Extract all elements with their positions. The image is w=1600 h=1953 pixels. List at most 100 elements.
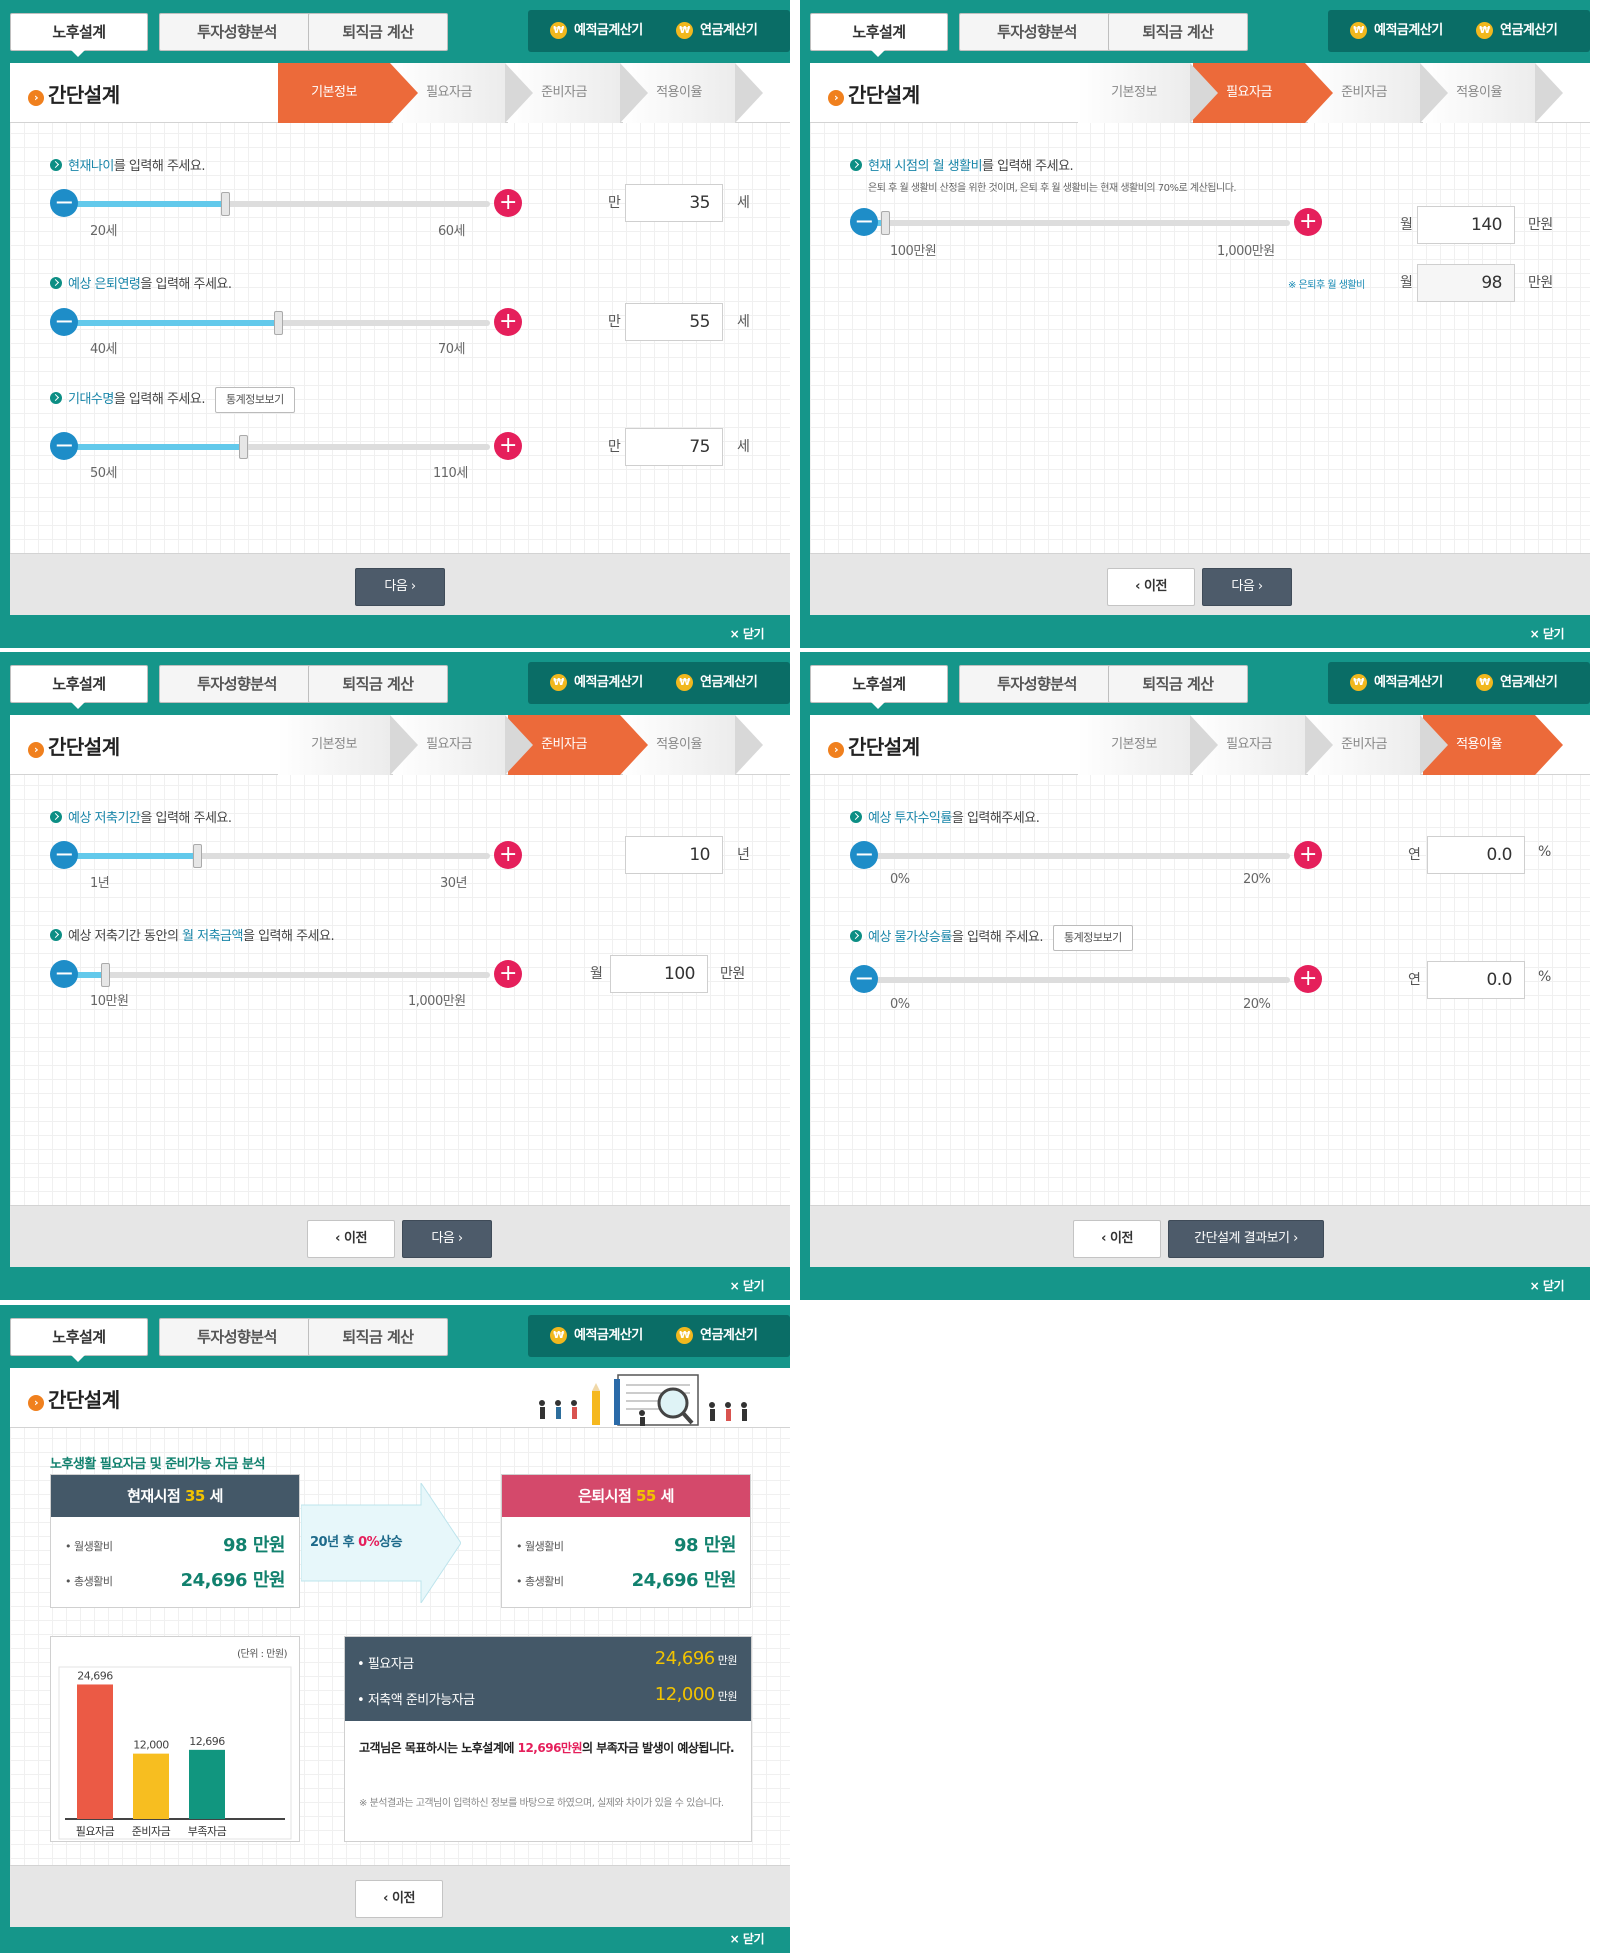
plus-icon[interactable]: + — [494, 308, 522, 336]
current-age-slider[interactable]: − + — [50, 189, 522, 219]
close-button[interactable]: × 닫기 — [1530, 625, 1565, 642]
pension-calc-link[interactable]: ₩ 연금계산기 — [676, 10, 758, 52]
tab-retirement-plan[interactable]: 노후설계 — [10, 13, 148, 57]
slider-handle[interactable] — [880, 211, 890, 235]
panel-basic-info: 노후설계 투자성향분석 퇴직금 계산 ₩ 예적금계산기 ₩ 연금계산기 › 간단설계 … — [0, 0, 790, 648]
panel-footer: ‹ 이전 — [10, 1865, 790, 1927]
deposit-calc-link[interactable]: ₩ 예적금계산기 — [550, 10, 643, 52]
slider-handle[interactable] — [238, 435, 248, 459]
next-button[interactable]: 다음 › — [1202, 568, 1292, 606]
slider-max-label: 60세 — [438, 224, 466, 239]
panel-footer: 다음 › — [10, 553, 790, 615]
tab-severance-calc[interactable]: 퇴직금 계산 — [1108, 13, 1248, 51]
plus-icon[interactable]: + — [494, 432, 522, 460]
close-button[interactable]: × 닫기 — [730, 1277, 765, 1294]
tab-retirement-plan[interactable]: 노후설계 — [10, 1318, 148, 1362]
monthly-expense-slider[interactable]: − + — [850, 208, 1322, 238]
tab-label: 노후설계 — [852, 675, 906, 693]
minus-icon[interactable]: − — [50, 432, 78, 460]
panel-footer: ‹ 이전 다음 › — [810, 553, 1590, 615]
monthly-expense-input[interactable]: 140 — [1417, 206, 1515, 244]
slider-handle[interactable] — [221, 192, 230, 216]
prev-button[interactable]: ‹ 이전 — [355, 1880, 443, 1918]
slider-max-label: 1,000만원 — [408, 994, 466, 1009]
need-value: 24,696 만원 — [655, 1648, 738, 1669]
tab-investment-analysis[interactable]: 투자성향분석 — [159, 1318, 315, 1356]
minus-icon[interactable]: − — [850, 965, 878, 993]
view-result-button[interactable]: 간단설계 결과보기 › — [1168, 1220, 1324, 1258]
tab-severance-calc[interactable]: 퇴직금 계산 — [1108, 665, 1248, 703]
close-button[interactable]: × 닫기 — [730, 1930, 765, 1947]
tab-retirement-plan[interactable]: 노후설계 — [810, 13, 948, 57]
tab-severance-calc[interactable]: 퇴직금 계산 — [308, 665, 448, 703]
minus-icon[interactable]: − — [50, 189, 78, 217]
close-button[interactable]: × 닫기 — [1530, 1277, 1565, 1294]
panel-header: › 간단설계 기본정보 필요자금 준비자금 적용이율 — [810, 715, 1590, 775]
minus-icon[interactable]: − — [850, 841, 878, 869]
saving-period-input[interactable]: 10 — [625, 836, 723, 874]
minus-icon[interactable]: − — [850, 208, 878, 236]
plus-icon[interactable]: + — [494, 189, 522, 217]
deposit-calc-link[interactable]: ₩ 예적금계산기 — [1350, 10, 1443, 52]
tab-severance-calc[interactable]: 퇴직금 계산 — [308, 13, 448, 51]
monthly-saving-slider[interactable]: − + — [50, 960, 522, 990]
deposit-calc-link[interactable]: ₩ 예적금계산기 — [1350, 662, 1443, 704]
next-button[interactable]: 다음 › — [355, 568, 445, 606]
prev-button[interactable]: ‹ 이전 — [307, 1220, 395, 1258]
tab-investment-analysis[interactable]: 투자성향분석 — [959, 665, 1115, 703]
monthly-label: • 월생활비 — [65, 1540, 113, 1553]
minus-icon[interactable]: − — [50, 841, 78, 869]
current-age-input[interactable]: 35 — [625, 184, 723, 222]
value: 98 — [223, 1535, 248, 1556]
retirement-age-slider[interactable]: − + — [50, 308, 522, 338]
life-expectancy-input[interactable]: 75 — [625, 428, 723, 466]
slider-handle[interactable] — [100, 963, 110, 987]
plus-icon[interactable]: + — [1294, 208, 1322, 236]
value-unit: 만원 — [1528, 275, 1553, 291]
plus-icon[interactable]: + — [1294, 965, 1322, 993]
slider-handle[interactable] — [193, 844, 203, 868]
statistics-button[interactable]: 통계정보보기 — [1052, 925, 1133, 951]
plus-icon[interactable]: + — [1294, 841, 1322, 869]
saving-period-slider[interactable]: − + — [50, 841, 522, 871]
life-expectancy-slider[interactable]: − + — [50, 432, 522, 462]
tab-retirement-plan[interactable]: 노후설계 — [810, 665, 948, 709]
minus-icon[interactable]: − — [50, 308, 78, 336]
slider-handle[interactable] — [274, 311, 283, 335]
tab-investment-analysis[interactable]: 투자성향분석 — [159, 13, 315, 51]
prev-button[interactable]: ‹ 이전 — [1107, 568, 1195, 606]
pension-calc-label: 연금계산기 — [1500, 23, 1558, 38]
prep-value: 12,000 만원 — [655, 1684, 738, 1705]
inflation-input[interactable]: 0.0 — [1427, 961, 1525, 999]
panel-header: › 간단설계 기본정보 필요자금 준비자금 적용이율 — [10, 63, 790, 123]
plus-icon[interactable]: + — [494, 960, 522, 988]
pension-calc-link[interactable]: ₩ 연금계산기 — [1476, 662, 1558, 704]
pension-calc-link[interactable]: ₩ 연금계산기 — [676, 662, 758, 704]
inflation-slider[interactable]: − + — [850, 965, 1322, 995]
minus-icon[interactable]: − — [50, 960, 78, 988]
plus-icon[interactable]: + — [494, 841, 522, 869]
investment-return-input[interactable]: 0.0 — [1427, 836, 1525, 874]
retirement-age-input[interactable]: 55 — [625, 303, 723, 341]
close-button[interactable]: × 닫기 — [730, 625, 765, 642]
deposit-calc-link[interactable]: ₩ 예적금계산기 — [550, 662, 643, 704]
panel-body: › 간단설계 기본정보 필요자금 준비자금 적용이율 예상 투자수익률을 입력해주… — [810, 715, 1590, 1267]
step-basic-info: 기본정보 — [278, 63, 418, 123]
tab-investment-analysis[interactable]: 투자성향분석 — [959, 13, 1115, 51]
unit: 만원 — [252, 1535, 286, 1556]
statistics-button[interactable]: 통계정보보기 — [214, 387, 295, 413]
pension-calc-link[interactable]: ₩ 연금계산기 — [1476, 10, 1558, 52]
tab-retirement-plan[interactable]: 노후설계 — [10, 665, 148, 709]
monthly-saving-input[interactable]: 100 — [610, 955, 708, 993]
prev-button[interactable]: ‹ 이전 — [1073, 1220, 1161, 1258]
question-highlight: 예상 은퇴연령 — [68, 277, 141, 292]
investment-return-slider[interactable]: − + — [850, 841, 1322, 871]
won-icon: ₩ — [550, 22, 567, 39]
tab-severance-calc[interactable]: 퇴직금 계산 — [308, 1318, 448, 1356]
retirement-total-value: 24,696 만원 — [632, 1566, 737, 1592]
pension-calc-link[interactable]: ₩ 연금계산기 — [676, 1315, 758, 1357]
next-button[interactable]: 다음 › — [402, 1220, 492, 1258]
tab-investment-analysis[interactable]: 투자성향분석 — [159, 665, 315, 703]
deposit-calc-link[interactable]: ₩ 예적금계산기 — [550, 1315, 643, 1357]
deposit-calc-label: 예적금계산기 — [574, 675, 643, 690]
